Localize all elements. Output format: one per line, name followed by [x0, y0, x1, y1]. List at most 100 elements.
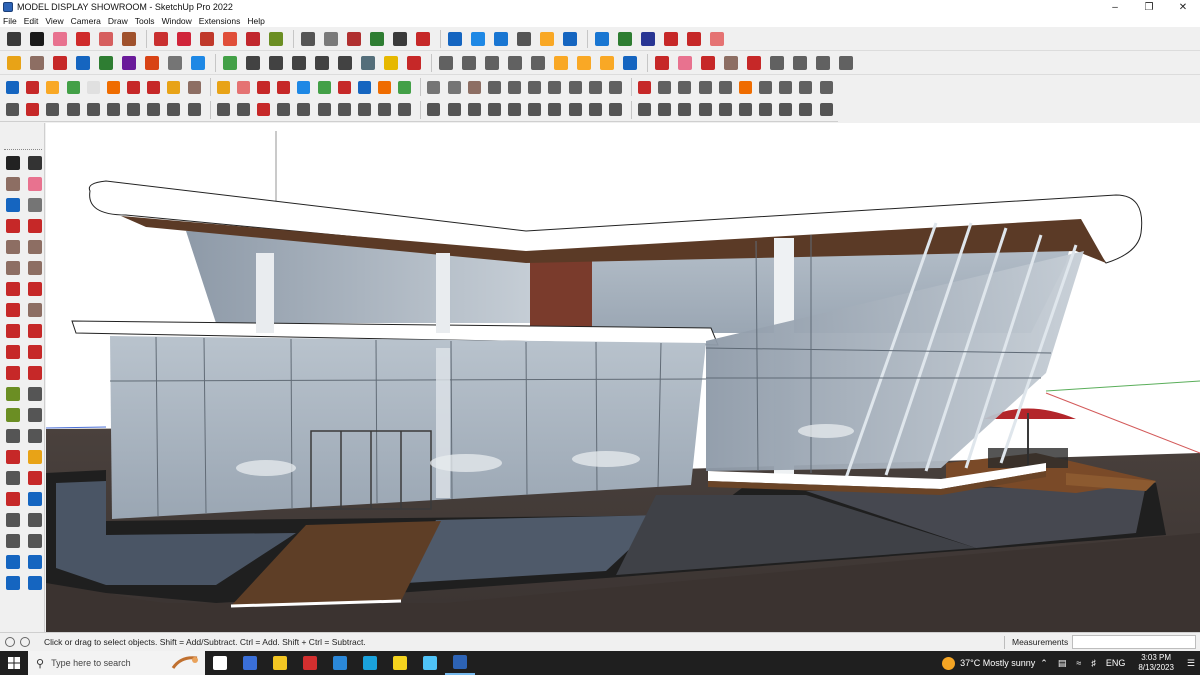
- section-planes-tool[interactable]: [25, 573, 45, 593]
- restore-icon[interactable]: ❐: [1132, 0, 1166, 14]
- pan-tool[interactable]: [25, 447, 45, 467]
- tile-icon[interactable]: [797, 77, 814, 97]
- measure-icon[interactable]: [652, 53, 672, 73]
- calculator-icon[interactable]: [235, 651, 265, 675]
- solid-tools-icon[interactable]: [4, 77, 21, 97]
- volume-icon[interactable]: ♯: [1091, 658, 1096, 668]
- axes-tool[interactable]: [3, 426, 23, 446]
- dimension-tool[interactable]: [25, 384, 45, 404]
- taper-icon[interactable]: [125, 100, 142, 120]
- menu-camera[interactable]: Camera: [71, 16, 101, 26]
- tape-measure-tool[interactable]: [3, 384, 23, 404]
- vertex-icon[interactable]: [777, 100, 794, 120]
- offset-tool[interactable]: [243, 29, 263, 49]
- network-icon[interactable]: ▤: [1058, 658, 1067, 669]
- text-tool[interactable]: [25, 405, 45, 425]
- loft-icon[interactable]: [165, 100, 182, 120]
- round-edge-icon[interactable]: [717, 100, 734, 120]
- measurements-input[interactable]: [1072, 635, 1196, 649]
- pyramid-icon[interactable]: [396, 77, 413, 97]
- joint-push-pull-icon[interactable]: [656, 100, 673, 120]
- extrude-face-icon[interactable]: [607, 100, 624, 120]
- grid-icon[interactable]: [551, 53, 571, 73]
- zoom-tool[interactable]: [3, 468, 23, 488]
- pan-tool[interactable]: [367, 29, 387, 49]
- dimension-tool[interactable]: [321, 29, 341, 49]
- bezier-icon[interactable]: [255, 100, 272, 120]
- scenes-icon[interactable]: [381, 53, 401, 73]
- right-view-icon[interactable]: [96, 53, 116, 73]
- menu-draw[interactable]: Draw: [108, 16, 128, 26]
- position-camera-tool[interactable]: [3, 510, 23, 530]
- paint-bucket-tool[interactable]: [119, 29, 139, 49]
- subdivide-icon[interactable]: [396, 100, 413, 120]
- spring-icon[interactable]: [818, 77, 835, 97]
- paint-bucket-tool[interactable]: [3, 174, 23, 194]
- redo-icon[interactable]: [684, 29, 704, 49]
- polyline-icon[interactable]: [275, 100, 292, 120]
- top-view-icon[interactable]: [50, 53, 70, 73]
- push-pull-tool[interactable]: [151, 29, 171, 49]
- align-icon[interactable]: [336, 77, 353, 97]
- vector-push-pull-icon[interactable]: [676, 100, 693, 120]
- left-view-icon[interactable]: [142, 53, 162, 73]
- undo-icon[interactable]: [661, 29, 681, 49]
- warp-icon[interactable]: [145, 100, 162, 120]
- tray-chevron-icon[interactable]: ⌃: [1040, 658, 1048, 669]
- component-icon[interactable]: [592, 29, 612, 49]
- fillet-icon[interactable]: [44, 77, 61, 97]
- menu-help[interactable]: Help: [247, 16, 264, 26]
- edge-tools-icon[interactable]: [316, 100, 333, 120]
- grid-panel-icon[interactable]: [777, 77, 794, 97]
- roof-icon[interactable]: [526, 77, 543, 97]
- display-sections-tool[interactable]: [25, 552, 45, 572]
- toolbar-grip[interactable]: [4, 149, 42, 152]
- profile-icon[interactable]: [717, 77, 734, 97]
- freehand-icon[interactable]: [528, 53, 548, 73]
- section-cut-tool[interactable]: [468, 29, 488, 49]
- shell-tool-icon[interactable]: [737, 100, 754, 120]
- bevel-icon[interactable]: [85, 77, 102, 97]
- box-icon[interactable]: [466, 77, 483, 97]
- relax-icon[interactable]: [466, 100, 483, 120]
- draw-line-icon[interactable]: [4, 100, 21, 120]
- chamfer-icon[interactable]: [65, 77, 82, 97]
- normal-push-pull-icon[interactable]: [697, 100, 714, 120]
- cloth-icon[interactable]: [797, 100, 814, 120]
- back-view-icon[interactable]: [119, 53, 139, 73]
- task-view-icon[interactable]: [205, 651, 235, 675]
- offset-tool[interactable]: [25, 363, 45, 383]
- section-plane-tool[interactable]: [25, 531, 45, 551]
- cylinder-icon[interactable]: [446, 77, 463, 97]
- rotate-tool[interactable]: [197, 29, 217, 49]
- credits-icon[interactable]: [20, 637, 30, 647]
- mirror-icon[interactable]: [275, 77, 292, 97]
- join-icon[interactable]: [790, 53, 810, 73]
- polygon-tool[interactable]: [25, 258, 45, 278]
- inflate-icon[interactable]: [486, 100, 503, 120]
- railing-icon[interactable]: [607, 77, 624, 97]
- offset-edge-icon[interactable]: [295, 100, 312, 120]
- torus-icon[interactable]: [486, 77, 503, 97]
- flowify-icon[interactable]: [526, 100, 543, 120]
- weather-text[interactable]: 37°C Mostly sunny: [960, 658, 1035, 668]
- previous-view-tool[interactable]: [25, 489, 45, 509]
- notification-icon[interactable]: ☰: [1187, 658, 1195, 669]
- model-scene[interactable]: [46, 123, 1200, 632]
- follow-me-tool[interactable]: [25, 342, 45, 362]
- skin-icon[interactable]: [186, 100, 203, 120]
- extrude-line-icon[interactable]: [567, 100, 584, 120]
- dot-line-icon[interactable]: [44, 100, 61, 120]
- column-icon[interactable]: [636, 77, 653, 97]
- hide-icon[interactable]: [165, 77, 182, 97]
- pencil-tool[interactable]: [73, 29, 93, 49]
- cut-icon[interactable]: [698, 53, 718, 73]
- pie-tool[interactable]: [25, 300, 45, 320]
- door-icon[interactable]: [587, 77, 604, 97]
- minimize-icon[interactable]: –: [1098, 0, 1132, 14]
- menu-extensions[interactable]: Extensions: [199, 16, 241, 26]
- unlock-icon[interactable]: [215, 77, 232, 97]
- zoom-tool[interactable]: [4, 29, 24, 49]
- smooth-icon[interactable]: [425, 100, 442, 120]
- iso-view-icon[interactable]: [27, 53, 47, 73]
